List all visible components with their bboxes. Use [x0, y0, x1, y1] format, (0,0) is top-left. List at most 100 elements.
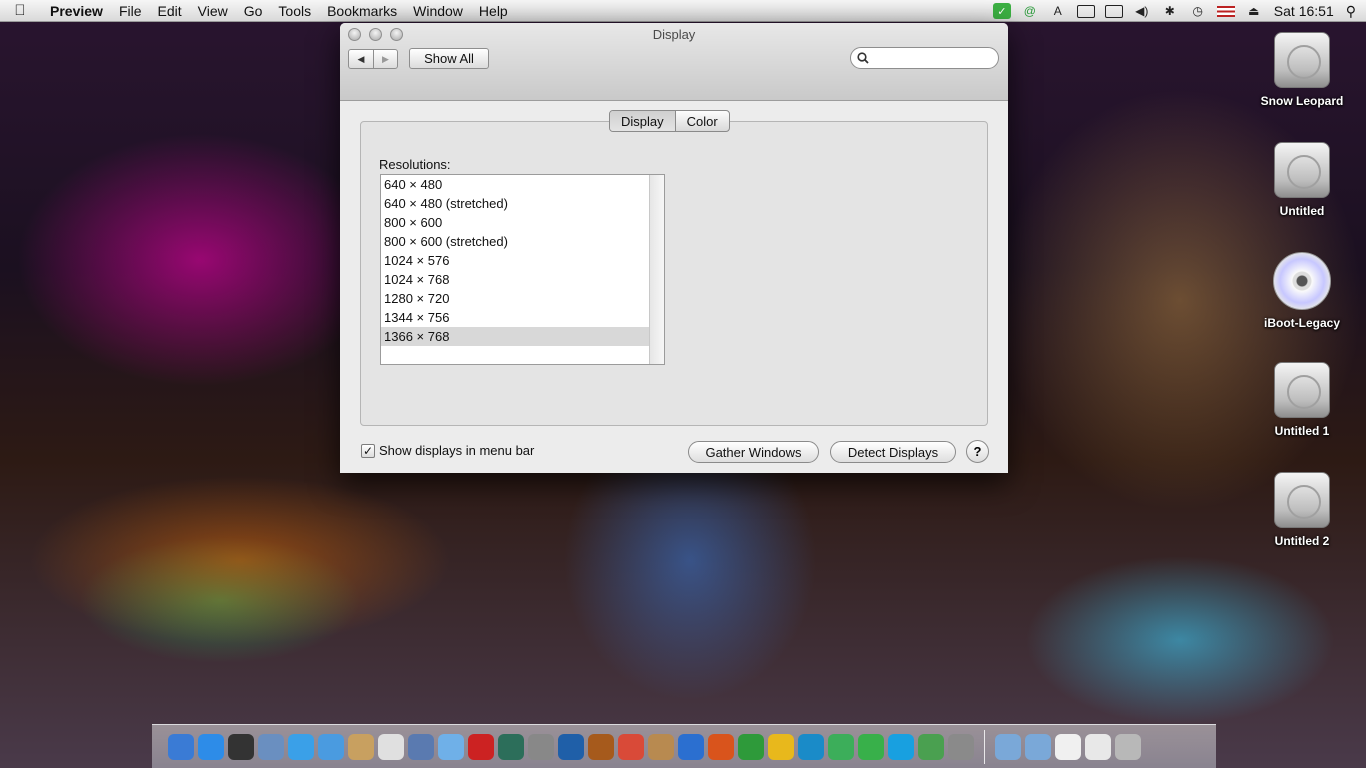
menu-window[interactable]: Window [405, 3, 471, 19]
gather-windows-button[interactable]: Gather Windows [688, 441, 819, 463]
adium-icon[interactable]: @ [1021, 3, 1039, 19]
list-item[interactable]: 1280 × 720 [381, 289, 649, 308]
hard-drive-icon [1274, 32, 1330, 88]
desktop-icon-untitled-1[interactable]: Untitled 1 [1252, 362, 1352, 438]
time-machine-icon[interactable]: ◷ [1189, 3, 1207, 19]
list-item[interactable]: 800 × 600 (stretched) [381, 232, 649, 251]
tab-display[interactable]: Display [610, 111, 675, 131]
eject-icon[interactable]: ⏏ [1245, 3, 1263, 19]
list-item[interactable]: 1344 × 756 [381, 308, 649, 327]
show-in-menubar-option[interactable]: ✓ Show displays in menu bar [361, 443, 534, 458]
window-content: Display Color Resolutions: 640 × 480 640… [340, 101, 1008, 473]
window-title: Display [652, 27, 696, 42]
time-machine-icon[interactable] [498, 733, 524, 760]
dashboard-icon[interactable] [228, 733, 254, 760]
bridge-icon[interactable] [588, 733, 614, 760]
excel-icon[interactable] [738, 733, 764, 760]
menu-bar:  Preview File Edit View Go Tools Bookma… [0, 0, 1366, 22]
list-item[interactable]: 800 × 600 [381, 213, 649, 232]
back-button[interactable]: ◀ [349, 50, 373, 68]
help-button[interactable]: ? [966, 440, 989, 463]
documents-folder-icon[interactable] [1025, 733, 1051, 760]
list-item[interactable]: 1024 × 768 [381, 270, 649, 289]
powerpoint-icon[interactable] [708, 733, 734, 760]
tab-color[interactable]: Color [674, 111, 729, 131]
dock [152, 724, 1216, 768]
parallels-icon[interactable] [948, 733, 974, 760]
menu-bookmarks[interactable]: Bookmarks [319, 3, 405, 19]
ichat-icon[interactable] [318, 733, 344, 760]
archive-utility-icon[interactable] [648, 733, 674, 760]
c-app-icon[interactable] [798, 733, 824, 760]
show-in-menubar-checkbox[interactable]: ✓ [361, 443, 375, 458]
list-item-selected[interactable]: 1366 × 768 [381, 327, 649, 346]
photoshop-icon[interactable] [558, 733, 584, 760]
hard-drive-icon [1274, 362, 1330, 418]
airplay-icon[interactable] [1076, 4, 1095, 18]
detect-displays-button[interactable]: Detect Displays [830, 441, 956, 463]
bluetooth-icon[interactable]: ✱ [1161, 3, 1179, 19]
display-icon[interactable] [1104, 4, 1123, 18]
downloads-icon[interactable] [1085, 733, 1111, 760]
iphoto-icon[interactable] [408, 733, 434, 760]
menu-clock[interactable]: Sat 16:51 [1274, 3, 1334, 19]
document-icon[interactable] [1055, 733, 1081, 760]
menu-app-name[interactable]: Preview [40, 3, 111, 19]
menu-edit[interactable]: Edit [150, 3, 190, 19]
address-book-icon[interactable] [348, 733, 374, 760]
menu-file[interactable]: File [111, 3, 150, 19]
word-icon[interactable] [678, 733, 704, 760]
list-item[interactable]: 640 × 480 [381, 175, 649, 194]
window-footer: ✓ Show displays in menu bar Gather Windo… [340, 431, 1008, 471]
resolutions-label: Resolutions: [379, 157, 451, 172]
search-field[interactable] [850, 47, 999, 69]
ical-icon[interactable] [378, 733, 404, 760]
adium-icon[interactable] [858, 733, 884, 760]
spotlight-icon[interactable]: ⚲ [1346, 3, 1356, 20]
desktop-icon-label: Snow Leopard [1260, 94, 1344, 108]
resolutions-rows: 640 × 480 640 × 480 (stretched) 800 × 60… [381, 175, 649, 346]
applications-folder-icon[interactable] [995, 733, 1021, 760]
desktop-icon-label: Untitled [1279, 204, 1325, 218]
show-in-menubar-label: Show displays in menu bar [379, 443, 535, 458]
photo-booth-icon[interactable] [468, 733, 494, 760]
safari-icon[interactable] [288, 733, 314, 760]
list-item[interactable]: 1024 × 576 [381, 251, 649, 270]
window-titlebar[interactable]: Display ◀ ▶ Show All [340, 23, 1008, 101]
desktop-icon-label: Untitled 1 [1274, 424, 1330, 438]
evernote-icon[interactable]: ✓ [992, 3, 1011, 19]
tab-control: Display Color [609, 110, 730, 132]
desktop-icon-iboot-legacy[interactable]: iBoot-Legacy [1252, 252, 1352, 330]
menu-view[interactable]: View [190, 3, 236, 19]
forward-button[interactable]: ▶ [373, 50, 397, 68]
search-input[interactable] [873, 51, 983, 65]
desktop-icon-label: Untitled 2 [1274, 534, 1330, 548]
desktop-icon-untitled[interactable]: Untitled [1252, 142, 1352, 218]
menu-tools[interactable]: Tools [270, 3, 319, 19]
skype-icon[interactable] [888, 733, 914, 760]
volume-icon[interactable]: ◀) [1133, 3, 1151, 19]
show-all-button[interactable]: Show All [409, 48, 489, 69]
list-item[interactable]: 640 × 480 (stretched) [381, 194, 649, 213]
menu-help[interactable]: Help [471, 3, 516, 19]
preview-icon[interactable] [258, 733, 284, 760]
status-area: ✓ @ A ◀) ✱ ◷ ⏏ Sat 16:51 ⚲ [988, 0, 1366, 22]
menu-go[interactable]: Go [236, 3, 271, 19]
chrome-icon[interactable] [618, 733, 644, 760]
itunes-icon[interactable] [438, 733, 464, 760]
list-scrollbar[interactable] [649, 175, 664, 364]
messenger-icon[interactable] [828, 733, 854, 760]
outlook-icon[interactable] [768, 733, 794, 760]
apple-menu-icon[interactable]:  [0, 2, 40, 19]
network-icon[interactable] [918, 733, 944, 760]
trash-icon[interactable] [1115, 733, 1141, 760]
text-icon[interactable]: A [1049, 3, 1067, 19]
finder-icon[interactable] [168, 733, 194, 760]
system-preferences-icon[interactable] [528, 733, 554, 760]
desktop-icon-snow-leopard[interactable]: Snow Leopard [1252, 32, 1352, 108]
desktop-icon-untitled-2[interactable]: Untitled 2 [1252, 472, 1352, 548]
us-flag-icon[interactable] [1216, 5, 1235, 17]
app-store-icon[interactable] [198, 733, 224, 760]
desktop-icon-label: iBoot-Legacy [1263, 316, 1340, 330]
resolutions-list[interactable]: 640 × 480 640 × 480 (stretched) 800 × 60… [380, 174, 665, 365]
